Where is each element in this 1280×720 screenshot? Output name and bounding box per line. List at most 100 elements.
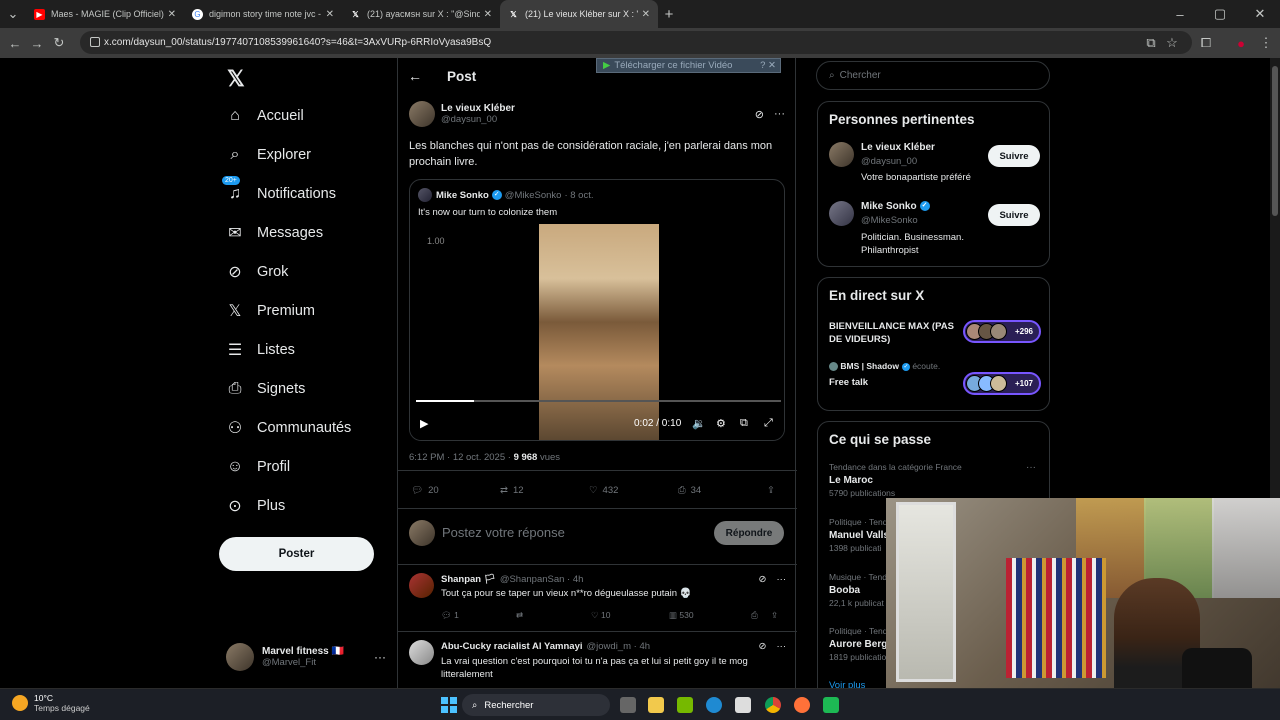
share-icon[interactable]: ⇪ [771,610,778,621]
sidebar-item-signets[interactable]: ⎙ Signets [225,379,306,399]
follow-button[interactable]: Suivre [988,204,1040,226]
close-tab-icon[interactable]: ✕ [484,9,492,20]
comment-author[interactable]: Abu-Cucky racialist Al Yamnayi [441,641,583,652]
store-icon[interactable] [735,697,751,713]
sidebar-item-accueil[interactable]: ⌂ Accueil [225,106,304,126]
more-dots-icon[interactable]: ··· [374,650,386,664]
extensions-icon[interactable]: ⧠ [1195,35,1217,51]
pip-icon[interactable]: ⧉ [740,417,748,430]
maximize-icon[interactable]: ▢ [1200,6,1240,22]
sidebar-item-grok[interactable]: ⊘ Grok [225,262,288,282]
browser-tab[interactable]: G digimon story time note jvc - Re ✕ [184,0,342,28]
avatar[interactable] [409,640,434,665]
share-button[interactable]: ⇪ [767,485,775,496]
forward-icon[interactable]: → [26,36,48,51]
more-dots-icon[interactable]: ··· [774,108,785,120]
account-switcher[interactable]: Marvel fitness 🇫🇷 @Marvel_Fit ··· [226,643,386,671]
like-button[interactable]: ♡ 432 [589,485,678,496]
fullscreen-icon[interactable]: ⤢ [764,417,773,430]
back-icon[interactable]: ← [4,36,26,51]
tab-list-chevron-icon[interactable]: ⌄ [0,6,26,22]
bookmark-star-icon[interactable]: ☆ [1161,35,1183,51]
minimize-icon[interactable]: – [1160,7,1200,22]
browser-tab-active[interactable]: 𝕏 (21) Le vieux Kléber sur X : "Les ✕ [500,0,658,28]
trend-item[interactable]: Musique · Tend Booba 22,1 k publicat [829,572,887,608]
sidebar-item-plus[interactable]: ⊙ Plus [225,496,285,516]
post-button[interactable]: Poster [219,537,374,571]
more-dots-icon[interactable]: ··· [777,641,787,652]
sidebar-item-profil[interactable]: ☺ Profil [225,457,290,477]
reply-button[interactable]: 💬︎ 1 [441,610,516,621]
avatar[interactable] [409,573,434,598]
volume-icon[interactable]: 🔉 [692,417,706,430]
comment[interactable]: Shanpan 🏳 @ShanpanSan · 4h ⊘ ··· Tout ça… [398,565,797,632]
weather-widget[interactable]: 10°C Temps dégagé [12,693,90,713]
sidebar-item-messages[interactable]: ✉ Messages [225,223,323,243]
close-tab-icon[interactable]: ✕ [168,9,176,20]
repost-button[interactable]: ⇄ [516,610,591,621]
grok-icon[interactable]: ⊘ [759,641,767,652]
app-icon[interactable] [823,697,839,713]
x-logo-icon[interactable]: 𝕏 [227,66,245,92]
scrollbar-thumb[interactable] [1272,66,1278,216]
file-explorer-icon[interactable] [648,697,664,713]
back-arrow-icon[interactable]: ← [408,68,422,84]
repost-button[interactable]: ⇄ 12 [500,485,589,496]
quoted-tweet[interactable]: Mike Sonko ✓ @MikeSonko · 8 oct. It's no… [409,179,785,441]
reply-input[interactable]: Postez votre réponse [442,525,565,540]
reply-button[interactable]: 💬︎ 20 [411,485,500,496]
grok-icon[interactable]: ⊘ [759,574,767,585]
sidebar-item-explorer[interactable]: ⌕ Explorer [225,145,311,165]
settings-icon[interactable]: ⚙ [716,417,726,430]
new-tab-icon[interactable]: + [658,6,680,23]
sidebar-item-notifications[interactable]: ♫ 20+ Notifications [222,176,336,204]
show-more-link[interactable]: Voir plus [829,680,865,688]
comment[interactable]: Abu-Cucky racialist Al Yamnayi @jowdi_m … [398,632,797,688]
reply-submit-button[interactable]: Répondre [714,521,784,545]
sidebar-item-premium[interactable]: 𝕏 Premium [225,301,315,321]
trend-item[interactable]: Politique · Tend Aurore Berg 1819 public… [829,626,887,662]
more-dots-icon[interactable]: ··· [1026,462,1036,473]
video-player[interactable]: 1.00 ▶ 0:02 / 0:10 🔉 ⚙ ⧉ ⤢ [410,224,784,440]
search-input[interactable]: ⌕ Chercher [816,61,1050,90]
space-item[interactable]: BMS | Shadow ✓ écoute. Free talk +107 [829,361,1041,395]
more-dots-icon[interactable]: ··· [777,574,787,585]
profile-icon[interactable]: ● [1230,36,1252,51]
browser-tab[interactable]: 𝕏 (21) ayacмsн sur X : "@SindyOl ✕ [342,0,500,28]
play-icon[interactable]: ▶ [420,417,428,430]
space-listeners-pill[interactable]: +296 [963,320,1041,343]
close-icon[interactable]: ? ✕ [760,60,776,71]
install-app-icon[interactable]: ⧉ [1140,35,1162,51]
video-progress-bar[interactable] [416,400,781,402]
edge-icon[interactable] [706,697,722,713]
like-button[interactable]: ♡ 10 [591,610,669,621]
views-button[interactable]: ▥ 530 [669,610,751,621]
browser-tab[interactable]: ▶ Maes - MAGIE (Clip Officiel) - Yo ✕ [26,0,184,28]
grok-icon[interactable]: ⊘ [755,108,764,121]
nvidia-icon[interactable] [677,697,693,713]
close-tab-icon[interactable]: ✕ [642,9,650,20]
site-info-icon[interactable] [90,37,100,47]
task-view-icon[interactable] [620,697,636,713]
close-tab-icon[interactable]: ✕ [326,9,334,20]
avatar[interactable] [409,101,435,127]
space-listeners-pill[interactable]: +107 [963,372,1041,395]
sidebar-item-communautes[interactable]: ⚇ Communautés [225,418,351,438]
author-name[interactable]: Le vieux Kléber [441,103,755,114]
sidebar-item-listes[interactable]: ☰ Listes [225,340,295,360]
follow-button[interactable]: Suivre [988,145,1040,167]
space-item[interactable]: BIENVEILLANCE MAX (PAS DE VIDEURS) +296 [829,320,1041,346]
close-window-icon[interactable]: ✕ [1240,6,1280,22]
trend-item[interactable]: Politique · Tend Manuel Valls 1398 publi… [829,517,889,553]
address-bar[interactable]: x.com/daysun_00/status/19774071085399616… [80,31,1192,54]
download-video-bar[interactable]: ▶ Télécharger ce fichier Vidéo ? ✕ [596,58,781,73]
comment-author[interactable]: Shanpan 🏳 [441,574,496,585]
trend-item[interactable]: Tendance dans la catégorie France Le Mar… [829,462,962,498]
bookmark-icon[interactable]: ⎙ [751,610,771,621]
bookmark-button[interactable]: ⎙ 34 [678,485,767,496]
menu-icon[interactable]: ⋮ [1255,35,1277,51]
reload-icon[interactable]: ↻ [48,35,70,51]
firefox-icon[interactable] [794,697,810,713]
chrome-icon[interactable] [765,697,781,713]
windows-start-icon[interactable] [441,697,457,713]
